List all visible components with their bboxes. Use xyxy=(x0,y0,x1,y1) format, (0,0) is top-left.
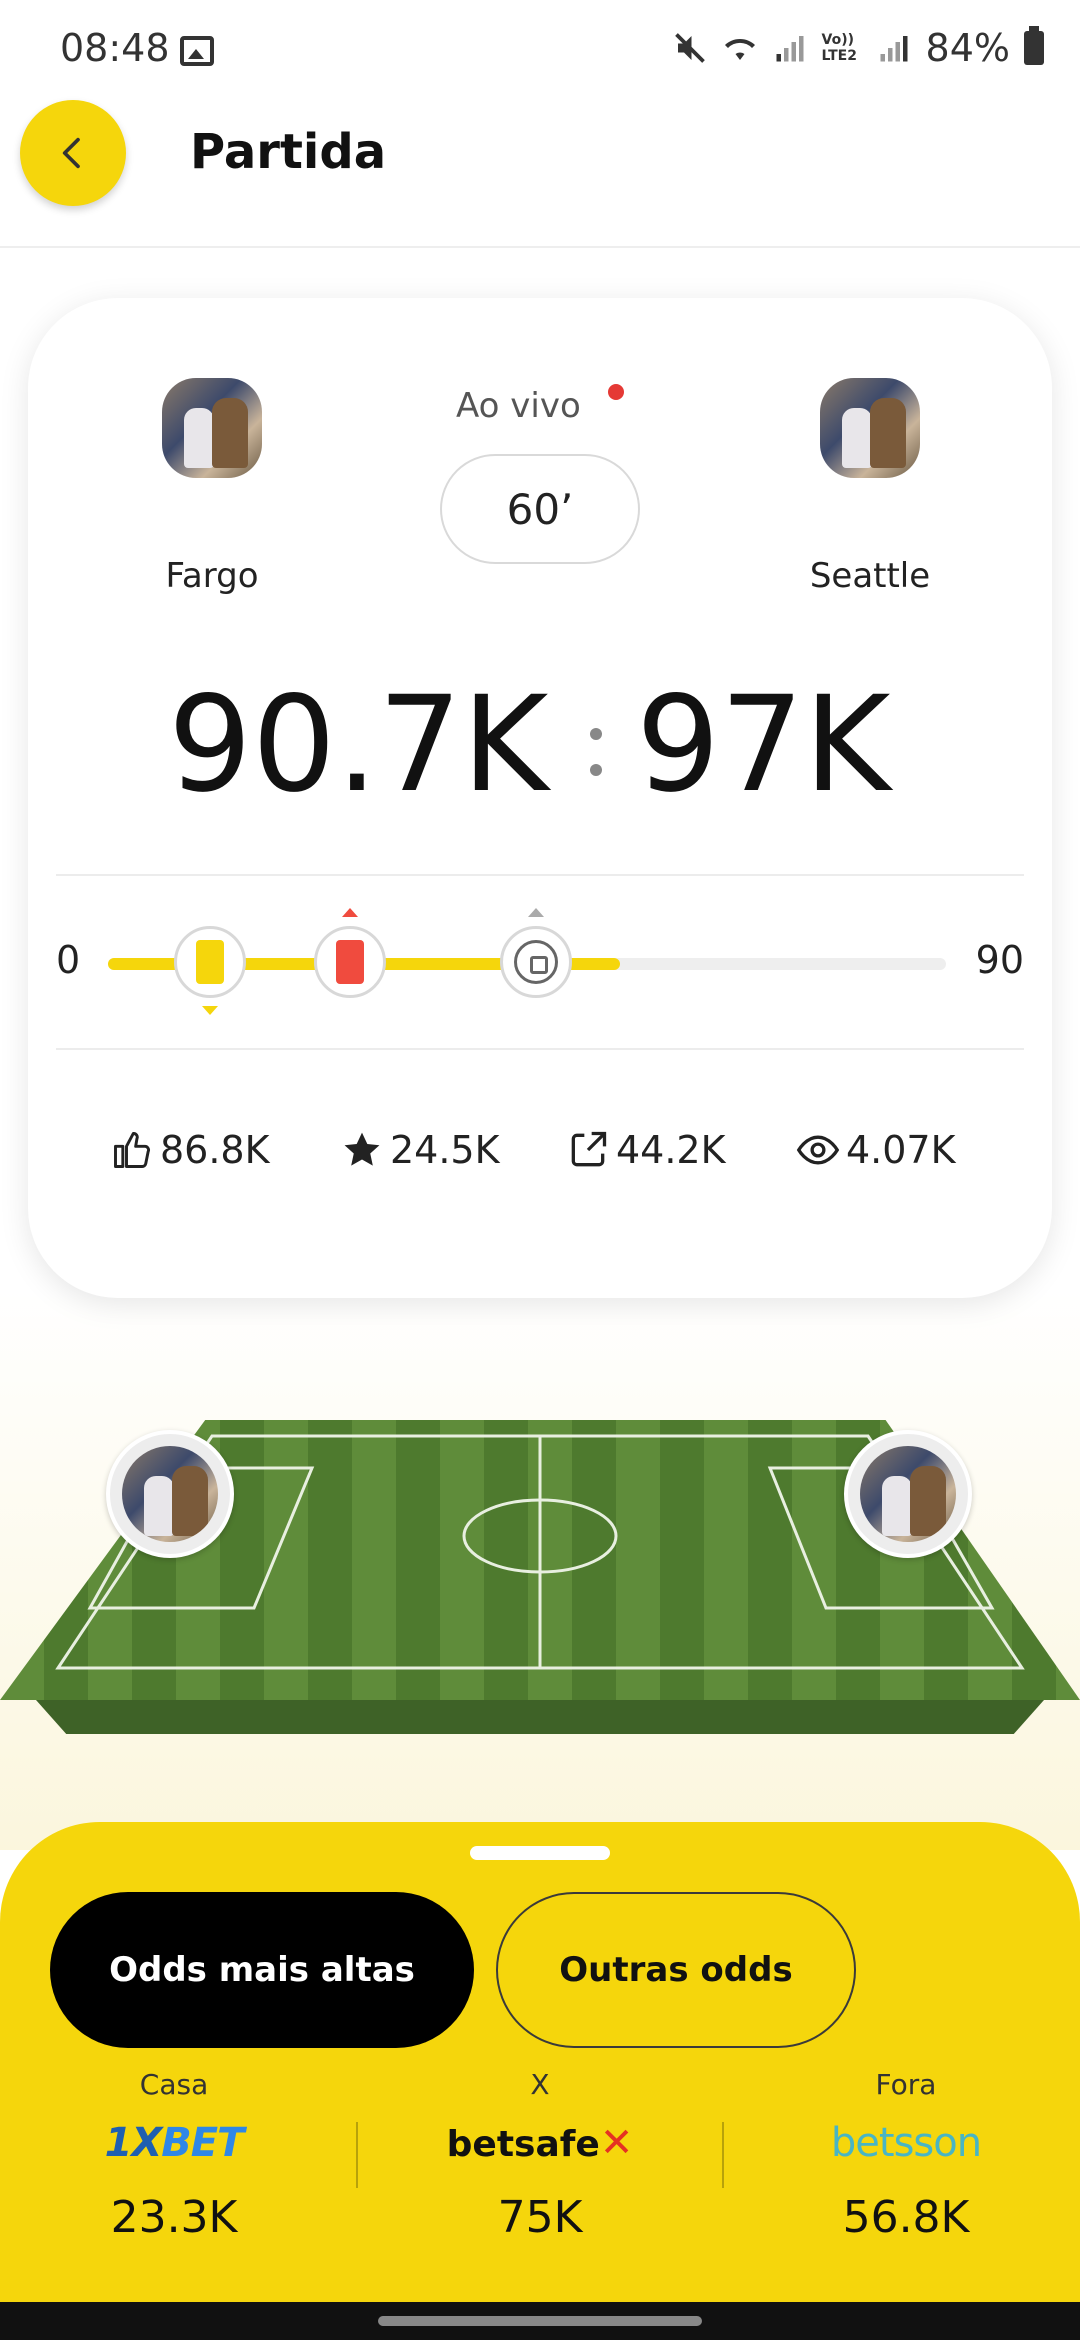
status-bar: 08:48 Vo)) LTE2 84% xyxy=(0,0,1080,100)
chevron-left-icon xyxy=(62,137,80,169)
battery-icon xyxy=(1024,26,1044,65)
views-stat[interactable]: 4.07K xyxy=(796,1128,956,1172)
timeline-event-yellow-card[interactable] xyxy=(174,926,247,998)
home-score: 90.7K xyxy=(168,668,549,822)
likes-stat[interactable]: 86.8K xyxy=(110,1128,270,1172)
live-dot xyxy=(608,384,624,400)
sheet-drag-handle[interactable] xyxy=(470,1846,610,1860)
status-time: 08:48 xyxy=(60,26,170,70)
tab-highest-odds[interactable]: Odds mais altas xyxy=(50,1892,474,2048)
battery-percent: 84% xyxy=(925,26,1010,70)
odds-divider xyxy=(356,2122,358,2188)
odds-away-label: Fora xyxy=(875,2068,937,2101)
away-team-avatar[interactable] xyxy=(820,378,920,478)
stats-row: 86.8K 24.5K 44.2K 4.07K xyxy=(28,1128,1052,1198)
odds-away[interactable]: Fora betsson 56.8K xyxy=(756,2068,1056,2243)
bookmaker-betsson: betsson xyxy=(830,2120,982,2166)
back-button[interactable] xyxy=(20,100,126,206)
gallery-icon xyxy=(180,36,214,66)
star-icon xyxy=(344,1132,380,1166)
odds-home-value: 23.3K xyxy=(110,2192,238,2243)
wifi-icon xyxy=(724,39,755,60)
share-icon xyxy=(571,1131,607,1167)
thumbs-up-icon xyxy=(114,1132,150,1168)
views-count: 4.07K xyxy=(846,1128,956,1172)
odds-divider xyxy=(722,2122,724,2188)
likes-count: 86.8K xyxy=(160,1128,270,1172)
odds-home[interactable]: Casa 1XBET 23.3K xyxy=(24,2068,324,2243)
event-side-indicator xyxy=(528,908,545,917)
bookmaker-betsafe-a: betsafe xyxy=(446,2124,600,2165)
divider xyxy=(56,874,1024,876)
bookmaker-betsafe-b: ✕ xyxy=(599,2120,634,2166)
match-minute: 60’ xyxy=(440,454,640,564)
odds-home-label: Casa xyxy=(139,2068,209,2101)
volte-icon: Vo)) LTE2 xyxy=(821,32,857,64)
away-score: 97K xyxy=(636,668,891,822)
event-side-indicator xyxy=(342,908,359,917)
tab-other-odds[interactable]: Outras odds xyxy=(496,1892,856,2048)
system-nav-bar xyxy=(0,2302,1080,2340)
ball-icon xyxy=(514,940,559,984)
event-side-indicator xyxy=(202,1006,219,1015)
favorites-count: 24.5K xyxy=(390,1128,500,1172)
odds-away-value: 56.8K xyxy=(842,2192,970,2243)
score-separator xyxy=(590,698,604,798)
bookmaker-betsafe-logo: betsafe✕ xyxy=(390,2108,690,2178)
odds-draw[interactable]: X betsafe✕ 75K xyxy=(390,2068,690,2243)
home-team-avatar[interactable] xyxy=(162,378,262,478)
timeline-start: 0 xyxy=(56,938,81,982)
home-team-name: Fargo xyxy=(165,556,259,596)
bookmaker-1xbet-a: 1X xyxy=(104,2120,163,2166)
divider xyxy=(56,1048,1024,1050)
favorites-stat[interactable]: 24.5K xyxy=(340,1128,500,1172)
home-field-avatar[interactable] xyxy=(106,1430,234,1558)
signal-icon-2 xyxy=(880,36,908,62)
timeline-end: 90 xyxy=(975,938,1024,982)
bookmaker-1xbet-logo: 1XBET xyxy=(24,2108,324,2178)
match-card: Fargo Seattle Ao vivo 60’ 90.7K 97K 0 90… xyxy=(28,298,1052,1298)
timeline-event-goal[interactable] xyxy=(500,926,573,998)
home-gesture-handle[interactable] xyxy=(378,2316,702,2326)
signal-icon xyxy=(776,36,804,62)
timeline-event-red-card[interactable] xyxy=(314,926,387,998)
mute-icon xyxy=(674,33,705,63)
shares-stat[interactable]: 44.2K xyxy=(566,1128,726,1172)
page-title: Partida xyxy=(190,124,387,180)
away-field-avatar[interactable] xyxy=(844,1430,972,1558)
away-team-name: Seattle xyxy=(809,556,931,596)
bookmaker-betsson-logo: betsson xyxy=(756,2108,1056,2178)
football-field xyxy=(0,1420,1080,1760)
live-label: Ao vivo xyxy=(456,386,581,426)
bookmaker-1xbet-b: BET xyxy=(161,2120,244,2166)
red-card-icon xyxy=(336,940,365,984)
eye-icon xyxy=(796,1135,840,1165)
shares-count: 44.2K xyxy=(616,1128,726,1172)
status-icons: Vo)) LTE2 84% xyxy=(672,26,1044,70)
odds-draw-label: X xyxy=(530,2068,550,2101)
odds-draw-value: 75K xyxy=(497,2192,583,2243)
odds-sheet: Odds mais altas Outras odds Casa 1XBET 2… xyxy=(0,1822,1080,2302)
yellow-card-icon xyxy=(196,940,225,984)
header: Partida xyxy=(0,100,1080,248)
